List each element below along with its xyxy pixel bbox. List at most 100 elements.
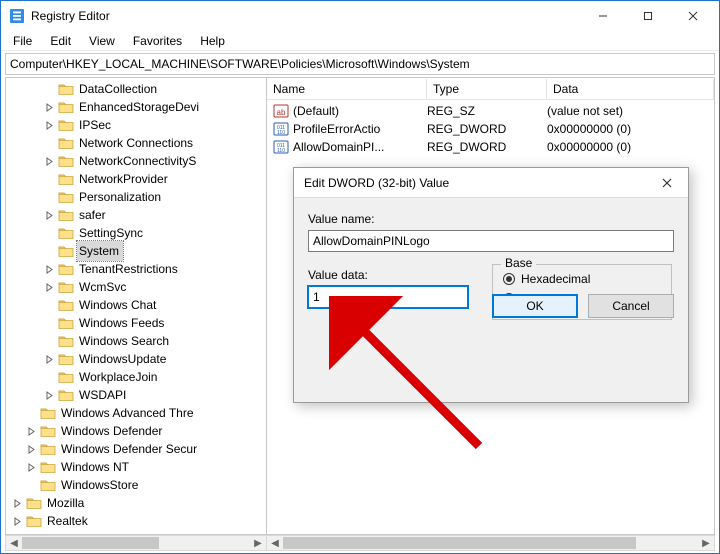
tree-item[interactable]: WorkplaceJoin xyxy=(8,368,266,386)
radio-icon xyxy=(503,273,515,285)
address-bar[interactable]: Computer\HKEY_LOCAL_MACHINE\SOFTWARE\Pol… xyxy=(5,53,715,75)
tree-item[interactable]: TenantRestrictions xyxy=(8,260,266,278)
tree-hscroll[interactable]: ◀ ▶ xyxy=(5,535,267,551)
tree-item[interactable]: Windows Defender xyxy=(8,422,266,440)
folder-icon xyxy=(58,352,74,366)
expand-icon[interactable] xyxy=(44,102,55,113)
expand-spacer xyxy=(44,300,55,311)
tree-item[interactable]: IPSec xyxy=(8,116,266,134)
scroll-right-icon[interactable]: ▶ xyxy=(698,535,714,551)
folder-icon xyxy=(40,424,56,438)
expand-icon[interactable] xyxy=(44,354,55,365)
expand-icon[interactable] xyxy=(44,282,55,293)
col-data[interactable]: Data xyxy=(547,79,714,99)
bottom-scrollbars: ◀ ▶ ◀ ▶ xyxy=(5,535,715,551)
tree-item[interactable]: Personalization xyxy=(8,188,266,206)
menu-edit[interactable]: Edit xyxy=(42,32,79,50)
list-hscroll[interactable]: ◀ ▶ xyxy=(267,535,715,551)
value-icon: 011110 xyxy=(273,139,289,155)
cell-data: 0x00000000 (0) xyxy=(547,140,714,154)
app-icon xyxy=(9,8,25,24)
tree-item[interactable]: Windows Advanced Thre xyxy=(8,404,266,422)
expand-icon[interactable] xyxy=(26,426,37,437)
tree-item[interactable]: System xyxy=(8,242,266,260)
list-row[interactable]: 011110AllowDomainPI...REG_DWORD0x0000000… xyxy=(267,138,714,156)
menu-favorites[interactable]: Favorites xyxy=(125,32,190,50)
expand-spacer xyxy=(44,174,55,185)
tree-item[interactable]: Windows Feeds xyxy=(8,314,266,332)
expand-icon[interactable] xyxy=(26,444,37,455)
menu-help[interactable]: Help xyxy=(192,32,233,50)
tree-item[interactable]: Windows Chat xyxy=(8,296,266,314)
ok-button[interactable]: OK xyxy=(492,294,578,318)
menu-file[interactable]: File xyxy=(5,32,40,50)
value-name-field[interactable] xyxy=(308,230,674,252)
value-data-field[interactable] xyxy=(308,286,468,308)
tree-item-label: DataCollection xyxy=(77,79,161,99)
tree-item[interactable]: EnhancedStorageDevi xyxy=(8,98,266,116)
scroll-left-icon[interactable]: ◀ xyxy=(267,535,283,551)
expand-icon[interactable] xyxy=(44,156,55,167)
dialog-titlebar[interactable]: Edit DWORD (32-bit) Value xyxy=(294,168,688,198)
cell-name: AllowDomainPI... xyxy=(293,140,427,154)
tree-item-label: SettingSync xyxy=(77,223,147,243)
close-button[interactable] xyxy=(670,1,715,31)
tree-item[interactable]: Windows Defender Secur xyxy=(8,440,266,458)
maximize-button[interactable] xyxy=(625,1,670,31)
scroll-left-icon[interactable]: ◀ xyxy=(6,535,22,551)
tree-item[interactable]: WindowsStore xyxy=(8,476,266,494)
folder-icon xyxy=(40,478,56,492)
tree-item-label: Windows Advanced Thre xyxy=(59,403,198,423)
menu-view[interactable]: View xyxy=(81,32,123,50)
tree-item[interactable]: WSDAPI xyxy=(8,386,266,404)
tree-item-label: WindowsUpdate xyxy=(77,349,170,369)
tree-item[interactable]: Windows Search xyxy=(8,332,266,350)
dialog-close-button[interactable] xyxy=(652,168,682,198)
folder-icon xyxy=(58,334,74,348)
cancel-button[interactable]: Cancel xyxy=(588,294,674,318)
tree-pane[interactable]: DataCollectionEnhancedStorageDeviIPSecNe… xyxy=(5,77,267,535)
tree-item[interactable]: Network Connections xyxy=(8,134,266,152)
expand-spacer xyxy=(26,408,37,419)
expand-spacer xyxy=(44,138,55,149)
scroll-right-icon[interactable]: ▶ xyxy=(250,535,266,551)
value-data-label: Value data: xyxy=(308,268,468,282)
folder-icon xyxy=(58,388,74,402)
expand-icon[interactable] xyxy=(44,264,55,275)
cell-name: (Default) xyxy=(293,104,427,118)
value-name-label: Value name: xyxy=(308,212,674,226)
dialog-title: Edit DWORD (32-bit) Value xyxy=(304,176,652,190)
registry-tree: DataCollectionEnhancedStorageDeviIPSecNe… xyxy=(6,78,266,535)
tree-item-label: TenantRestrictions xyxy=(77,259,182,279)
tree-item[interactable]: NetworkConnectivityS xyxy=(8,152,266,170)
tree-item[interactable]: Realtek xyxy=(8,512,266,530)
tree-item[interactable]: WindowsUpdate xyxy=(8,350,266,368)
list-row[interactable]: ab(Default)REG_SZ(value not set) xyxy=(267,102,714,120)
tree-item-label: NetworkConnectivityS xyxy=(77,151,200,171)
tree-item[interactable]: SettingSync xyxy=(8,224,266,242)
expand-icon[interactable] xyxy=(44,120,55,131)
folder-icon xyxy=(58,280,74,294)
folder-icon xyxy=(58,316,74,330)
radio-hexadecimal[interactable]: Hexadecimal xyxy=(503,269,661,289)
expand-icon[interactable] xyxy=(44,390,55,401)
minimize-button[interactable] xyxy=(580,1,625,31)
tree-item[interactable]: safer xyxy=(8,206,266,224)
expand-spacer xyxy=(44,84,55,95)
list-row[interactable]: 011110ProfileErrorActioREG_DWORD0x000000… xyxy=(267,120,714,138)
expand-icon[interactable] xyxy=(26,462,37,473)
expand-icon[interactable] xyxy=(12,516,23,527)
tree-item[interactable]: Windows NT xyxy=(8,458,266,476)
col-type[interactable]: Type xyxy=(427,79,547,99)
col-name[interactable]: Name xyxy=(267,79,427,99)
folder-icon xyxy=(40,460,56,474)
tree-item-label: Network Connections xyxy=(77,133,197,153)
expand-icon[interactable] xyxy=(44,210,55,221)
tree-item[interactable]: DataCollection xyxy=(8,80,266,98)
expand-icon[interactable] xyxy=(12,498,23,509)
tree-item[interactable]: NetworkProvider xyxy=(8,170,266,188)
tree-item[interactable]: Mozilla xyxy=(8,494,266,512)
expand-spacer xyxy=(26,480,37,491)
list-header: Name Type Data xyxy=(267,78,714,100)
tree-item[interactable]: WcmSvc xyxy=(8,278,266,296)
